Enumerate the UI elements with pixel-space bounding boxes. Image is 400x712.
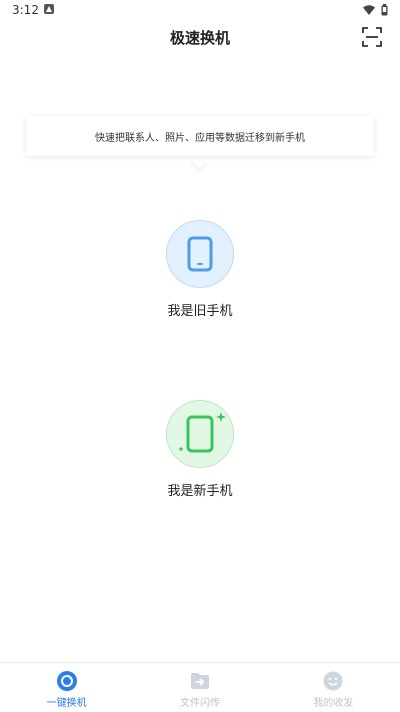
nav-item-file-transfer[interactable]: 文件闪传 (133, 663, 266, 712)
header: 极速换机 (0, 22, 400, 52)
old-phone-label: 我是旧手机 (167, 304, 233, 319)
scan-icon[interactable] (362, 27, 382, 47)
new-phone-option[interactable]: 我是新手机 (0, 400, 400, 499)
status-bar: 3:12 (0, 0, 400, 22)
phone-icon (187, 236, 213, 272)
new-phone-label: 我是新手机 (167, 484, 233, 499)
screen: 3:12 极速换机 快速把联系人、照片、应用等数据迁移到新手机 我是旧手机 我是… (0, 0, 400, 712)
nav-item-my-transfers[interactable]: 我的收发 (267, 663, 400, 712)
smile-icon (323, 671, 343, 691)
battery-icon (381, 4, 388, 16)
phone-sparkle-icon (178, 412, 226, 453)
swap-icon (56, 671, 77, 691)
nav-label: 我的收发 (313, 698, 354, 709)
tip-bubble: 快速把联系人、照片、应用等数据迁移到新手机 (26, 116, 374, 156)
nav-item-one-click-switch[interactable]: 一键换机 (0, 663, 133, 712)
wifi-icon (363, 5, 375, 15)
old-phone-option[interactable]: 我是旧手机 (0, 220, 400, 319)
notification-icon (44, 4, 54, 14)
status-time: 3:12 (12, 3, 39, 17)
folder-icon (190, 671, 210, 691)
nav-label: 一键换机 (46, 698, 87, 709)
new-phone-circle[interactable] (166, 400, 234, 468)
nav-label: 文件闪传 (179, 698, 220, 709)
old-phone-circle[interactable] (166, 220, 234, 288)
bottom-nav: 一键换机 文件闪传 我的收发 (0, 662, 400, 712)
page-title: 极速换机 (169, 29, 230, 47)
tip-text: 快速把联系人、照片、应用等数据迁移到新手机 (95, 132, 305, 144)
status-right (363, 4, 388, 16)
